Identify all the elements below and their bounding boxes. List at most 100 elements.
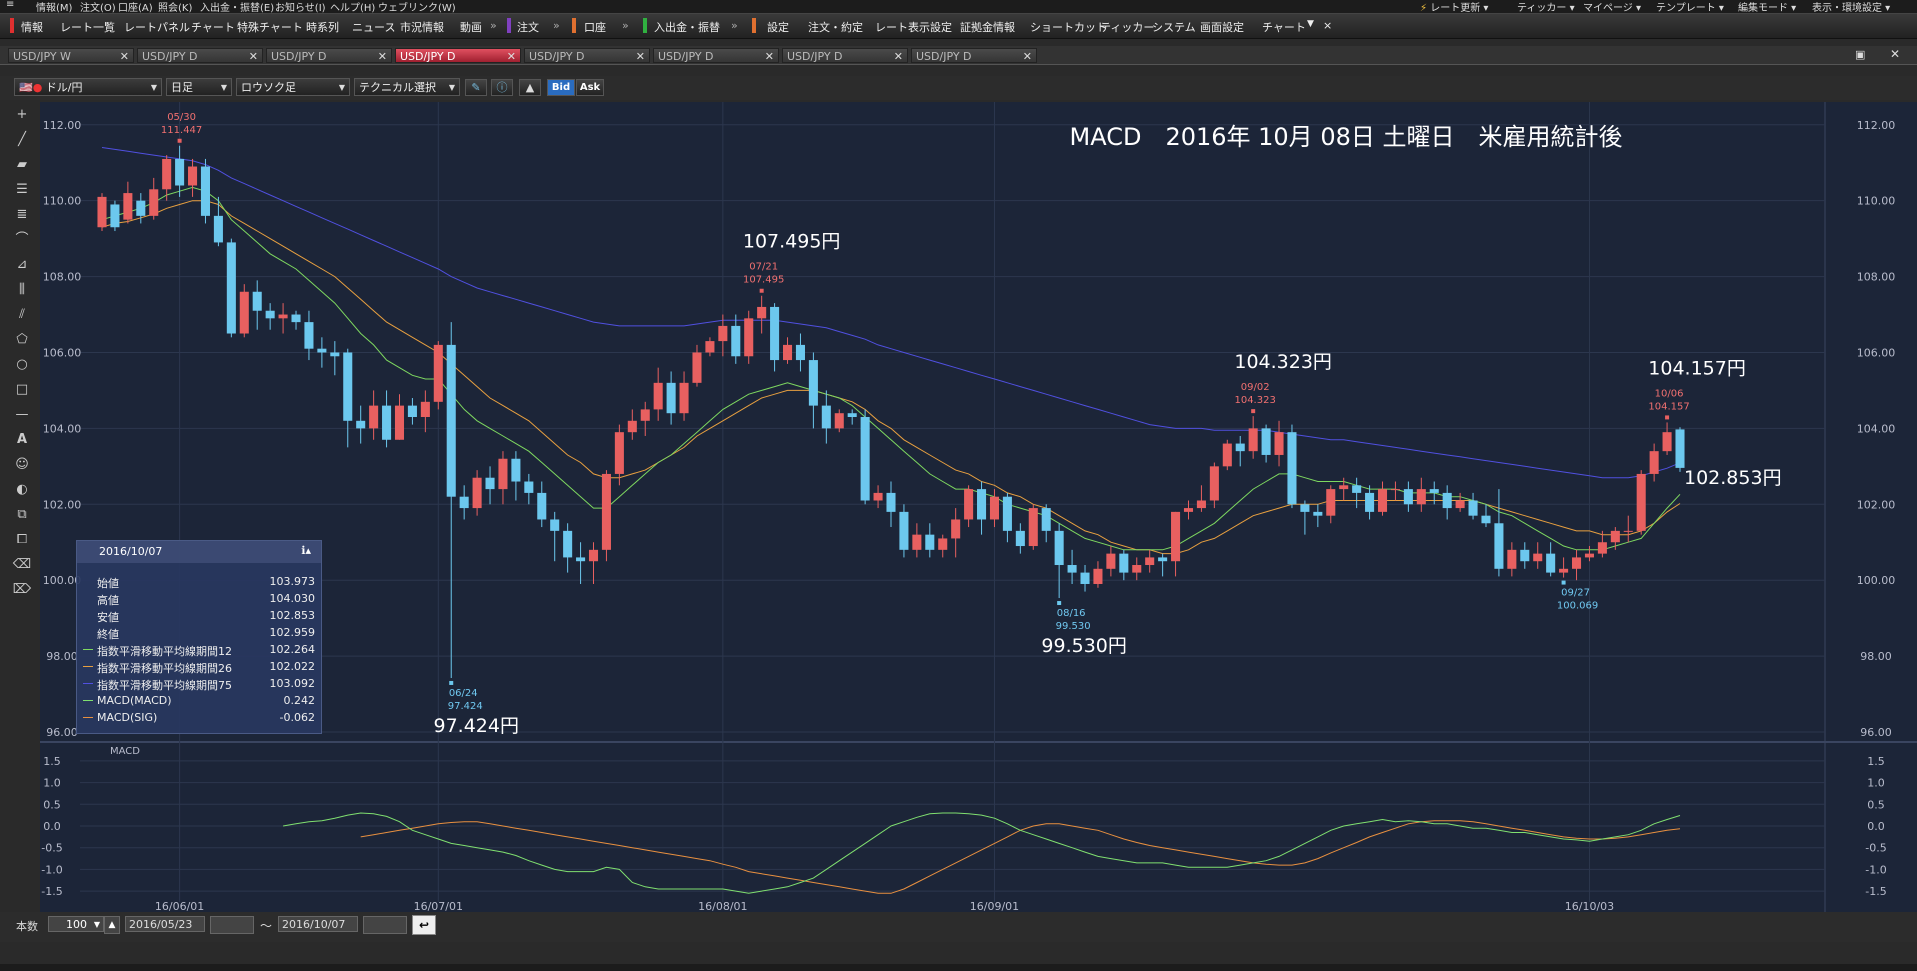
app-menu-icon[interactable]: ≡ xyxy=(6,0,14,10)
ruler-icon[interactable]: ▰ xyxy=(12,155,32,175)
toolbar-chart2[interactable]: チャート xyxy=(1262,19,1306,35)
template-menu[interactable]: テンプレート ▾ xyxy=(1656,0,1724,14)
menu-info[interactable]: 情報(M) xyxy=(36,0,72,14)
trendline-icon[interactable]: ╱ xyxy=(12,130,32,150)
tab-close-icon[interactable]: ✕ xyxy=(1023,49,1032,64)
menu-order[interactable]: 注文(O) xyxy=(80,0,116,14)
menu-deposit[interactable]: 入出金・振替(E) xyxy=(200,0,274,14)
toolbar-rate-list[interactable]: レート一覧 xyxy=(60,19,115,35)
period-select[interactable]: 日足 ▼ xyxy=(166,78,232,96)
toolbar-deposit[interactable]: 入出金・振替 xyxy=(654,19,720,35)
bid-button[interactable]: Bid xyxy=(547,79,575,96)
maximize-icon[interactable]: ▣ xyxy=(1855,48,1875,62)
chart-style-select[interactable]: ロウソク足 ▼ xyxy=(236,78,350,96)
toolbar-shortcut[interactable]: ショートカット xyxy=(1030,19,1107,35)
toolbar-chart[interactable]: チャート xyxy=(191,19,235,35)
tab-chart[interactable]: USD/JPY D ✕ xyxy=(395,48,521,63)
toolbar-expand-icon[interactable]: » xyxy=(622,19,629,32)
toolbar-timeseries[interactable]: 時系列 xyxy=(306,19,339,35)
toolbar-account[interactable]: 口座 xyxy=(584,19,606,35)
tab-close-icon[interactable]: ✕ xyxy=(120,49,129,64)
toolbar-dropdown-icon[interactable]: ▼ xyxy=(1307,19,1314,29)
candlestick-chart[interactable]: 112.00 112.00 110.00 110.00 108.00 108.00 106.… xyxy=(40,81,1917,913)
toolbar-system[interactable]: システム xyxy=(1152,19,1196,35)
info-toggle-icon[interactable]: ℹ▴ xyxy=(301,544,311,557)
tab-chart[interactable]: USD/JPY D ✕ xyxy=(266,48,392,63)
menu-notice[interactable]: お知らせ(I) xyxy=(275,0,326,14)
toolbar-info[interactable]: 情報 xyxy=(21,19,43,35)
toolbar-rate-display[interactable]: レート表示設定 xyxy=(875,19,952,35)
to-time-input[interactable] xyxy=(363,916,407,934)
toolbar-expand-icon[interactable]: » xyxy=(490,19,497,32)
tab-close-icon[interactable]: ✕ xyxy=(507,49,516,64)
toolbar-margin-info[interactable]: 証拠金情報 xyxy=(960,19,1015,35)
arc-icon[interactable]: ⌒ xyxy=(12,230,32,250)
emoji-icon[interactable]: ☺ xyxy=(12,455,32,475)
edit-mode-menu[interactable]: 編集モード ▾ xyxy=(1738,0,1796,14)
toolbar-order-execution[interactable]: 注文・約定 xyxy=(808,19,863,35)
chart-area[interactable]: 112.00 112.00 110.00 110.00 108.00 108.00 106.… xyxy=(40,81,1917,913)
toolbar-rate-panel[interactable]: レートパネル xyxy=(124,19,190,35)
toolbar-news[interactable]: ニュース xyxy=(352,19,395,35)
toolbar-settings[interactable]: 設定 xyxy=(767,19,789,35)
tab-chart[interactable]: USD/JPY D ✕ xyxy=(911,48,1037,63)
info-icon[interactable]: ⓘ xyxy=(491,79,513,96)
channel-icon[interactable]: ⫽ xyxy=(12,305,32,325)
tab-close-icon[interactable]: ✕ xyxy=(765,49,774,64)
tab-chart[interactable]: USD/JPY D ✕ xyxy=(137,48,263,63)
ask-button[interactable]: Ask xyxy=(576,79,604,96)
horizontal-line-icon[interactable]: — xyxy=(12,405,32,425)
menu-weblink[interactable]: ウェブリンク(W) xyxy=(378,0,456,14)
toolbar-expand-icon[interactable]: » xyxy=(731,19,738,32)
technical-select[interactable]: テクニカル選択 ▼ xyxy=(354,78,460,96)
toolbar-video[interactable]: 動画 xyxy=(460,19,482,35)
count-input[interactable]: 100 ▼ xyxy=(48,916,104,932)
menu-help[interactable]: ヘルプ(H) xyxy=(330,0,375,14)
tab-close-icon[interactable]: ✕ xyxy=(636,49,645,64)
copy-icon[interactable]: ⧉ xyxy=(12,505,32,525)
rate-update-menu[interactable]: ⚡ レート更新 ▾ xyxy=(1420,0,1488,14)
from-date-input[interactable]: 2016/05/23 xyxy=(125,916,205,932)
tab-chart[interactable]: USD/JPY D ✕ xyxy=(653,48,779,63)
area-chart-icon[interactable]: ▲ xyxy=(519,79,541,96)
horizontal-lines-icon[interactable]: ☰ xyxy=(12,180,32,200)
tab-chart[interactable]: USD/JPY D ✕ xyxy=(524,48,650,63)
toolbar-order[interactable]: 注文 xyxy=(517,19,539,35)
eraser-icon[interactable]: ⌫ xyxy=(12,555,32,575)
magnet-icon[interactable]: ◐ xyxy=(12,480,32,500)
vertical-lines-icon[interactable]: ⫼ xyxy=(12,280,32,300)
crosshair-icon[interactable]: + xyxy=(12,105,32,125)
pentagon-icon[interactable]: ⬠ xyxy=(12,330,32,350)
menu-inquiry[interactable]: 照会(K) xyxy=(158,0,192,14)
eraser-all-icon[interactable]: ⌦ xyxy=(12,580,32,600)
ticker-menu[interactable]: ティッカー ▾ xyxy=(1517,0,1575,14)
pen-icon[interactable]: ✎ xyxy=(465,79,487,96)
toolbar-special-chart[interactable]: 特殊チャート xyxy=(237,19,303,35)
menu-account[interactable]: 口座(A) xyxy=(118,0,153,14)
refresh-icon[interactable]: ↩ xyxy=(412,915,436,935)
circle-icon[interactable]: ○ xyxy=(12,355,32,375)
mypage-menu[interactable]: マイページ ▾ xyxy=(1583,0,1641,14)
tab-chart[interactable]: USD/JPY D ✕ xyxy=(782,48,908,63)
count-up-button[interactable]: ▲ xyxy=(104,916,120,934)
currency-pair-select[interactable]: 🇺🇸● ドル/円 ▼ xyxy=(14,78,162,96)
paste-icon[interactable]: ⧠ xyxy=(12,530,32,550)
display-settings-menu[interactable]: 表示・環境設定 ▾ xyxy=(1812,0,1890,14)
tab-chart[interactable]: USD/JPY W ✕ xyxy=(8,48,134,63)
fibonacci-icon[interactable]: ≣ xyxy=(12,205,32,225)
tab-close-icon[interactable]: ✕ xyxy=(249,49,258,64)
to-date-input[interactable]: 2016/10/07 xyxy=(278,916,358,932)
toolbar-expand-icon[interactable]: » xyxy=(553,19,560,32)
window-close-icon[interactable]: ✕ xyxy=(1890,47,1910,61)
rectangle-icon[interactable]: □ xyxy=(12,380,32,400)
tab-close-icon[interactable]: ✕ xyxy=(378,49,387,64)
toolbar-screen-settings[interactable]: 画面設定 xyxy=(1200,19,1244,35)
fan-icon[interactable]: ⊿ xyxy=(12,255,32,275)
ohlc-info-panel[interactable]: 2016/10/07 ℹ▴ 始値 103.973 高値 104.030 安値 102.85… xyxy=(76,540,322,734)
toolbar-close-icon[interactable]: × xyxy=(1323,19,1332,32)
tab-close-icon[interactable]: ✕ xyxy=(894,49,903,64)
text-icon[interactable]: A xyxy=(12,430,32,450)
from-time-input[interactable] xyxy=(210,916,254,934)
toolbar-ticker[interactable]: ティッカー xyxy=(1100,19,1154,35)
toolbar-market-info[interactable]: 市況情報 xyxy=(400,19,444,35)
